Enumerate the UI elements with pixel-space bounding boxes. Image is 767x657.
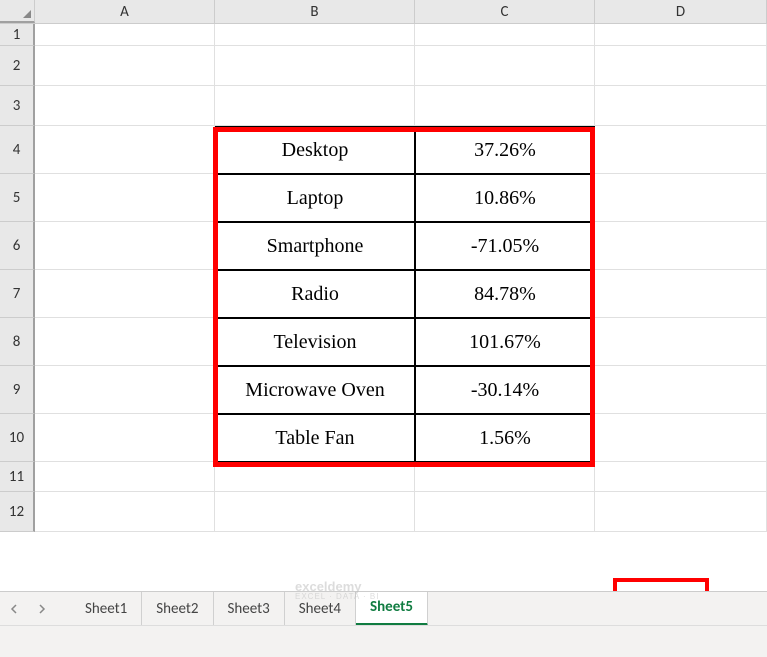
cell-C2[interactable]	[415, 46, 595, 86]
row-header-11[interactable]: 11	[0, 462, 35, 492]
cell-C4[interactable]: 37.26%	[415, 126, 595, 174]
cell-A2[interactable]	[35, 46, 215, 86]
cell-A3[interactable]	[35, 86, 215, 126]
cell-B4[interactable]: Desktop	[215, 126, 415, 174]
cell-D2[interactable]	[595, 46, 767, 86]
cell-B1[interactable]	[215, 24, 415, 46]
cell-A6[interactable]	[35, 222, 215, 270]
cell-A1[interactable]	[35, 24, 215, 46]
sheet-tab-3[interactable]: Sheet3	[214, 592, 285, 626]
col-header-B[interactable]: B	[215, 0, 415, 23]
cell-B9[interactable]: Microwave Oven	[215, 366, 415, 414]
row-header-2[interactable]: 2	[0, 46, 35, 86]
cell-A10[interactable]	[35, 414, 215, 462]
cell-B10[interactable]: Table Fan	[215, 414, 415, 462]
row-header-1[interactable]: 1	[0, 24, 35, 46]
row-header-8[interactable]: 8	[0, 318, 35, 366]
cell-A7[interactable]	[35, 270, 215, 318]
cell-B11[interactable]	[215, 462, 415, 492]
row-header-7[interactable]: 7	[0, 270, 35, 318]
select-all-corner[interactable]	[0, 0, 35, 23]
row-header-4[interactable]: 4	[0, 126, 35, 174]
cell-C6[interactable]: -71.05%	[415, 222, 595, 270]
cell-B5[interactable]: Laptop	[215, 174, 415, 222]
cell-D9[interactable]	[595, 366, 767, 414]
sheet-tabs: Sheet1 Sheet2 Sheet3 Sheet4 Sheet5	[71, 592, 428, 626]
col-header-D[interactable]: D	[595, 0, 767, 23]
row-header-3[interactable]: 3	[0, 86, 35, 126]
cell-B6[interactable]: Smartphone	[215, 222, 415, 270]
sheet-tab-4[interactable]: Sheet4	[285, 592, 356, 626]
sheet-tab-bar: Sheet1 Sheet2 Sheet3 Sheet4 Sheet5	[0, 591, 767, 625]
col-header-C[interactable]: C	[415, 0, 595, 23]
sheet-tab-2[interactable]: Sheet2	[142, 592, 213, 626]
row-header-9[interactable]: 9	[0, 366, 35, 414]
tab-nav-prev-icon[interactable]	[0, 592, 28, 626]
row-header-5[interactable]: 5	[0, 174, 35, 222]
col-header-A[interactable]: A	[35, 0, 215, 23]
grid-body: 1 2 3 4 Desktop 37.26% 5 Laptop 10.86% 6…	[0, 24, 767, 532]
cell-A8[interactable]	[35, 318, 215, 366]
cell-C3[interactable]	[415, 86, 595, 126]
cell-D6[interactable]	[595, 222, 767, 270]
cell-B3[interactable]	[215, 86, 415, 126]
row-header-12[interactable]: 12	[0, 492, 35, 532]
cell-B8[interactable]: Television	[215, 318, 415, 366]
column-header-row: A B C D	[0, 0, 767, 24]
cell-C1[interactable]	[415, 24, 595, 46]
sheet-tab-1[interactable]: Sheet1	[71, 592, 142, 626]
row-header-10[interactable]: 10	[0, 414, 35, 462]
cell-D3[interactable]	[595, 86, 767, 126]
cell-A11[interactable]	[35, 462, 215, 492]
cell-B2[interactable]	[215, 46, 415, 86]
status-bar	[0, 625, 767, 657]
row-header-6[interactable]: 6	[0, 222, 35, 270]
tab-nav-next-icon[interactable]	[28, 592, 56, 626]
cell-C8[interactable]: 101.67%	[415, 318, 595, 366]
cell-D8[interactable]	[595, 318, 767, 366]
cell-B7[interactable]: Radio	[215, 270, 415, 318]
cell-D7[interactable]	[595, 270, 767, 318]
cell-D10[interactable]	[595, 414, 767, 462]
cell-D11[interactable]	[595, 462, 767, 492]
cell-C12[interactable]	[415, 492, 595, 532]
cell-A5[interactable]	[35, 174, 215, 222]
cell-D4[interactable]	[595, 126, 767, 174]
cell-D1[interactable]	[595, 24, 767, 46]
sheet-tab-5[interactable]: Sheet5	[356, 592, 428, 626]
cell-A12[interactable]	[35, 492, 215, 532]
cell-C9[interactable]: -30.14%	[415, 366, 595, 414]
cell-A4[interactable]	[35, 126, 215, 174]
cell-D12[interactable]	[595, 492, 767, 532]
cell-C11[interactable]	[415, 462, 595, 492]
cell-D5[interactable]	[595, 174, 767, 222]
cell-A9[interactable]	[35, 366, 215, 414]
cell-C5[interactable]: 10.86%	[415, 174, 595, 222]
cell-C10[interactable]: 1.56%	[415, 414, 595, 462]
cell-C7[interactable]: 84.78%	[415, 270, 595, 318]
cell-B12[interactable]	[215, 492, 415, 532]
